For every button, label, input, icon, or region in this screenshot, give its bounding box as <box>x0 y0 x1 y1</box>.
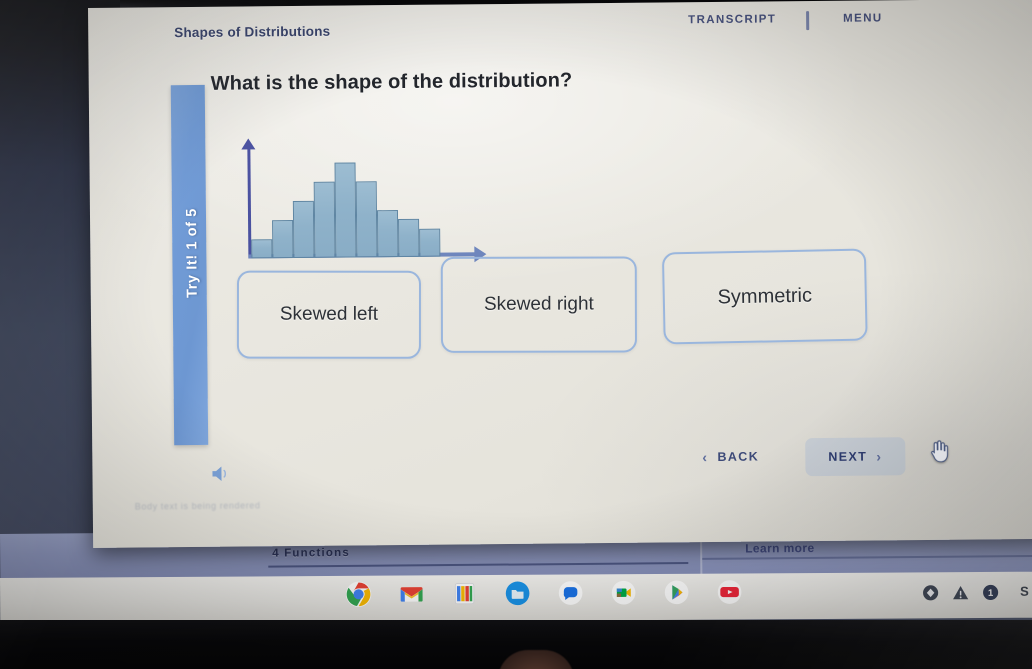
histogram-bar <box>334 162 357 258</box>
histogram-bar <box>376 209 399 258</box>
histogram-bar <box>251 239 273 259</box>
meet-icon[interactable] <box>610 579 637 606</box>
histogram-bar <box>398 219 420 258</box>
back-button-label: BACK <box>717 449 760 464</box>
badge-count[interactable]: 1 <box>982 584 999 601</box>
files-icon[interactable] <box>504 580 531 607</box>
gmail-icon[interactable] <box>398 580 425 607</box>
mouse-cursor-pointing-hand-icon <box>928 440 949 464</box>
background-window-rule <box>268 561 689 568</box>
chevron-right-icon: › <box>876 448 883 465</box>
try-it-label: Try It! 1 of 5 <box>183 208 201 298</box>
header-nav: TRANSCRIPT MENU <box>688 11 978 36</box>
slides-icon[interactable] <box>451 580 478 607</box>
diamond-icon[interactable] <box>922 584 939 601</box>
youtube-icon[interactable] <box>716 578 743 605</box>
audio-caption-text: Body text is being rendered <box>134 500 261 512</box>
learn-more-link[interactable]: Learn more <box>745 541 814 556</box>
histogram-chart <box>237 136 498 270</box>
histogram-bar <box>292 201 315 259</box>
taskbar-trailing-letter: S <box>1020 583 1029 599</box>
background-window-section-title: 4 Functions <box>272 546 350 560</box>
histogram-bar <box>355 181 378 258</box>
back-button[interactable]: ‹ BACK <box>702 449 760 466</box>
histogram-bars <box>237 136 497 259</box>
nav-divider <box>806 11 810 31</box>
question-text: What is the shape of the distribution? <box>210 69 573 95</box>
taskbar-shelf: 1 S <box>0 571 1032 624</box>
histogram-bar <box>272 220 294 259</box>
answer-option-symmetric[interactable]: Symmetric <box>661 248 868 345</box>
warning-icon[interactable] <box>952 584 969 601</box>
taskbar-status-area[interactable]: 1 <box>922 584 999 601</box>
histogram-bar <box>419 228 441 257</box>
taskbar-app-icons <box>345 578 743 607</box>
screenshot-photo: A Systems of Equations 4 Functions Learn… <box>0 0 1032 669</box>
transcript-button[interactable]: TRANSCRIPT <box>688 13 776 26</box>
chrome-icon[interactable] <box>345 581 372 608</box>
next-button[interactable]: NEXT › <box>805 437 906 477</box>
menu-button[interactable]: MENU <box>843 12 883 24</box>
speaker-icon[interactable] <box>210 465 232 483</box>
play-store-icon[interactable] <box>663 579 690 606</box>
answer-option-skewed-left[interactable]: Skewed left <box>236 270 421 359</box>
try-it-ribbon: Try It! 1 of 5 <box>170 84 209 446</box>
svg-text:1: 1 <box>988 588 993 599</box>
next-button-label: NEXT <box>828 449 868 464</box>
chat-icon[interactable] <box>557 579 584 606</box>
histogram-bar <box>313 182 336 258</box>
quiz-card: Shapes of Distributions TRANSCRIPT MENU … <box>88 0 1032 548</box>
answer-option-skewed-right[interactable]: Skewed right <box>440 256 637 353</box>
page-title: Shapes of Distributions <box>174 23 331 41</box>
chevron-left-icon: ‹ <box>702 449 709 466</box>
